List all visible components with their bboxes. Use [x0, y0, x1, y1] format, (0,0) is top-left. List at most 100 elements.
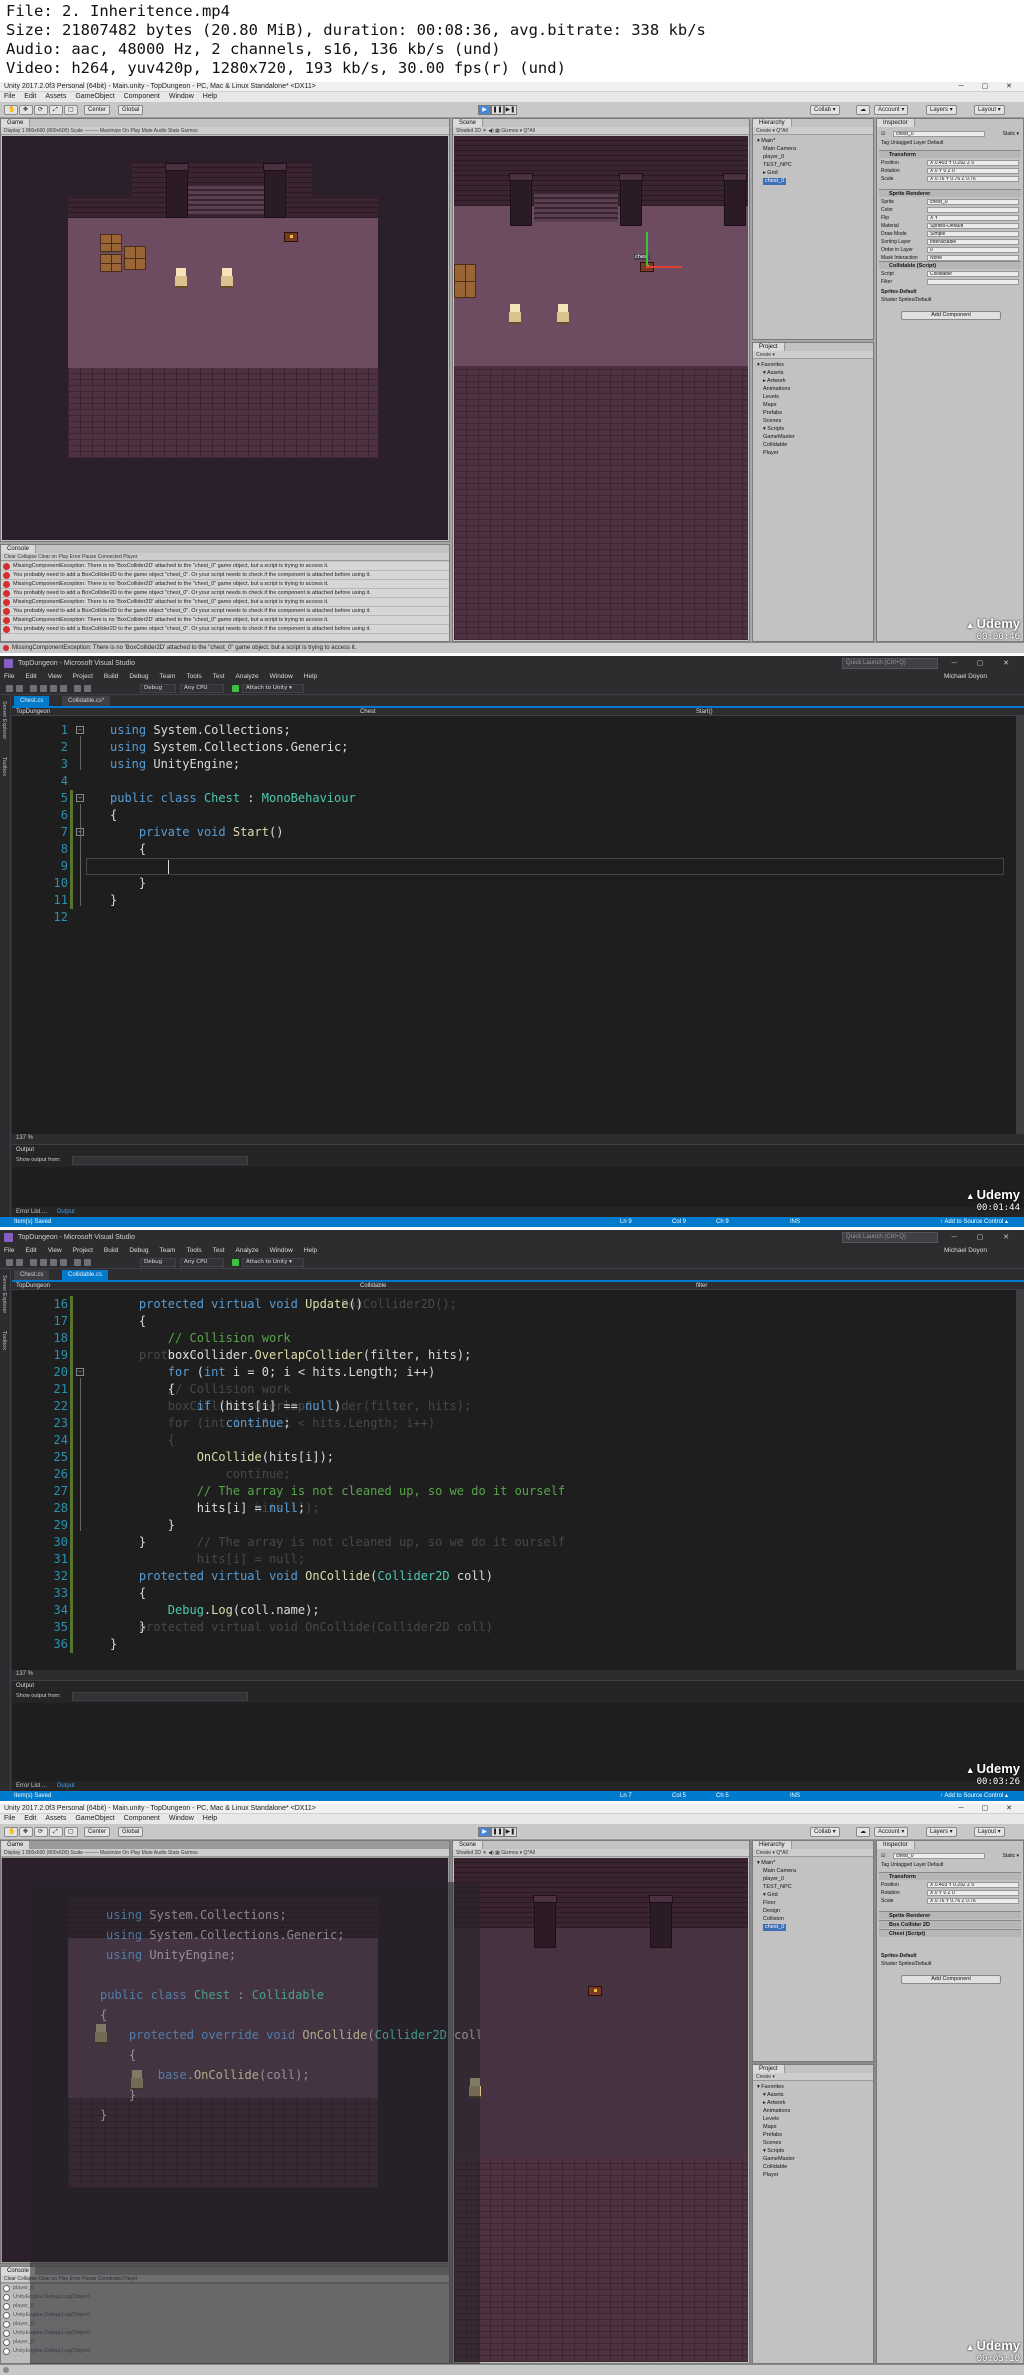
- tree-item[interactable]: player_0: [763, 1876, 784, 1883]
- member-dropdown[interactable]: filter: [696, 1282, 707, 1290]
- output-text-area[interactable]: [12, 1703, 1024, 1781]
- tab-inspector[interactable]: Inspector: [877, 1841, 915, 1849]
- box-collider-2d-header[interactable]: Box Collider 2D: [879, 1920, 1021, 1928]
- scale-tool-icon[interactable]: ⤢: [49, 105, 63, 115]
- rect-tool-icon[interactable]: ▢: [64, 105, 78, 115]
- signed-in-user[interactable]: Michael Doyon: [944, 1245, 987, 1256]
- menu-item-team[interactable]: Team: [160, 1247, 176, 1254]
- console-log-entry[interactable]: MissingComponentException: There is no '…: [1, 598, 449, 607]
- tab-error-list[interactable]: Error List ...: [16, 1209, 47, 1215]
- tree-item[interactable]: Animations: [763, 386, 790, 393]
- tree-item[interactable]: ▾ Favorites: [757, 2084, 784, 2091]
- rotate-tool-icon[interactable]: ⟳: [34, 105, 48, 115]
- menu-item-window[interactable]: Window: [270, 673, 293, 680]
- project-dropdown[interactable]: TopDungeon: [16, 708, 50, 716]
- tab-output[interactable]: Output: [57, 1209, 75, 1215]
- tab-hierarchy[interactable]: Hierarchy: [753, 119, 792, 127]
- redo-icon[interactable]: [84, 1259, 91, 1266]
- field-value[interactable]: Interactable: [927, 239, 1019, 245]
- redo-icon[interactable]: [84, 685, 91, 692]
- tag-layer-row[interactable]: Tag Untagged Layer Default: [881, 140, 1019, 147]
- window-controls[interactable]: ─ ▢ ✕: [959, 82, 1020, 92]
- collab-dropdown[interactable]: Collab ▾: [810, 105, 840, 115]
- attach-to-unity-button[interactable]: Attach to Unity ▾: [242, 1258, 304, 1267]
- code-line[interactable]: 4: [12, 773, 1016, 790]
- back-icon[interactable]: [6, 1259, 13, 1266]
- code-line[interactable]: 2 using System.Collections.Generic;: [12, 739, 1016, 756]
- layout-dropdown[interactable]: Layout ▾: [974, 105, 1005, 115]
- tab-output[interactable]: Output: [57, 1783, 75, 1789]
- tree-item[interactable]: GameMaster: [763, 2156, 795, 2163]
- tree-item[interactable]: Levels: [763, 394, 779, 401]
- play-button[interactable]: ▶: [478, 1827, 491, 1837]
- code-line[interactable]: 8 {: [12, 841, 1016, 858]
- menu-item-project[interactable]: Project: [73, 673, 93, 680]
- tag-layer-row[interactable]: Tag Untagged Layer Default: [881, 1862, 1019, 1869]
- pivot-center-button[interactable]: Center: [84, 1827, 111, 1837]
- scene-viewport[interactable]: [454, 1858, 748, 2362]
- tree-item[interactable]: Scenes: [763, 2140, 781, 2147]
- code-line[interactable]: 34 Debug.Log(coll.name);: [12, 1602, 1016, 1619]
- code-line[interactable]: 16 BoxCollider2D(); protected virtual vo…: [12, 1296, 1016, 1313]
- menu-item-tools[interactable]: Tools: [186, 1247, 201, 1254]
- layers-dropdown[interactable]: Layers ▾: [926, 1827, 957, 1837]
- tree-item[interactable]: Design: [763, 1908, 780, 1915]
- field-value[interactable]: chest_0: [927, 199, 1019, 205]
- global-local-button[interactable]: Global: [118, 105, 144, 115]
- object-name-field[interactable]: chest_0: [893, 131, 985, 137]
- tab-inspector[interactable]: Inspector: [877, 119, 915, 127]
- field-value[interactable]: X 0 Y 0 Z 0: [927, 168, 1019, 174]
- menu-item-debug[interactable]: Debug: [129, 673, 148, 680]
- menu-item-project[interactable]: Project: [73, 1247, 93, 1254]
- cloud-icon[interactable]: ☁: [856, 1827, 870, 1837]
- field-value[interactable]: X 0.403 Y 0.292 Z 0: [927, 1882, 1019, 1888]
- menu-item-help[interactable]: Help: [203, 93, 217, 100]
- status-error-message[interactable]: MissingComponentException: There is no '…: [12, 645, 356, 651]
- code-line[interactable]: 7 private void Start(): [12, 824, 1016, 841]
- menu-item-help[interactable]: Help: [203, 1815, 217, 1822]
- tree-item[interactable]: ▾ Main*: [757, 1860, 775, 1867]
- tree-item[interactable]: player_0: [763, 154, 784, 161]
- tab-collidable-cs[interactable]: Collidable.cs*: [62, 696, 111, 706]
- project-dropdown[interactable]: TopDungeon: [16, 1282, 50, 1290]
- code-line[interactable]: 27 // The array is not cleaned up, so we…: [12, 1483, 1016, 1500]
- save-all-icon[interactable]: [60, 1259, 67, 1266]
- output-source-dropdown[interactable]: [72, 1156, 248, 1165]
- menu-item-gameobject[interactable]: GameObject: [75, 1815, 114, 1822]
- menu-item-help[interactable]: Help: [304, 1247, 317, 1254]
- menu-item-build[interactable]: Build: [104, 673, 118, 680]
- menu-item-build[interactable]: Build: [104, 1247, 118, 1254]
- collab-dropdown[interactable]: Collab ▾: [810, 1827, 840, 1837]
- layout-dropdown[interactable]: Layout ▾: [974, 1827, 1005, 1837]
- tree-item[interactable]: Main Camera: [763, 1868, 796, 1875]
- move-gizmo-y-axis[interactable]: [646, 232, 648, 266]
- static-toggle[interactable]: Static ▾: [1003, 1853, 1019, 1860]
- zoom-level[interactable]: 137 %: [12, 1670, 72, 1679]
- tree-item[interactable]: Floor: [763, 1900, 776, 1907]
- move-gizmo-x-axis[interactable]: [646, 266, 682, 268]
- transform-component-header[interactable]: Transform: [879, 1872, 1021, 1880]
- code-line[interactable]: 35 protected virtual void OnCollide(Coll…: [12, 1619, 1016, 1636]
- tree-item[interactable]: ▾ Scripts: [763, 2148, 784, 2155]
- code-line[interactable]: 28 hits[i]); hits[i] = null;: [12, 1500, 1016, 1517]
- menu-item-help[interactable]: Help: [304, 673, 317, 680]
- editor-scrollbar[interactable]: [1016, 716, 1024, 1134]
- tree-item[interactable]: ▾ Favorites: [757, 362, 784, 369]
- fold-toggle-icon[interactable]: −: [76, 794, 84, 802]
- start-icon[interactable]: [232, 685, 239, 692]
- server-explorer-tab[interactable]: Server Explorer: [1, 701, 7, 739]
- attach-to-unity-button[interactable]: Attach to Unity ▾: [242, 684, 304, 693]
- step-button[interactable]: ▶❚: [504, 1827, 517, 1837]
- start-icon[interactable]: [232, 1259, 239, 1266]
- console-log-entry[interactable]: You probably need to add a BoxCollider2D…: [1, 571, 449, 580]
- editor-scrollbar[interactable]: [1016, 1290, 1024, 1670]
- tree-item[interactable]: Main Camera: [763, 146, 796, 153]
- menu-item-debug[interactable]: Debug: [129, 1247, 148, 1254]
- code-line[interactable]: 19 protected boxCollider.OverlapCollider…: [12, 1347, 1016, 1364]
- code-line[interactable]: 25 OnCollide(hits[i]);: [12, 1449, 1016, 1466]
- field-value[interactable]: Collidable: [927, 271, 1019, 277]
- code-line[interactable]: 24 {: [12, 1432, 1016, 1449]
- console-log-entry[interactable]: MissingComponentException: There is no '…: [1, 616, 449, 625]
- menu-item-gameobject[interactable]: GameObject: [75, 93, 114, 100]
- code-line[interactable]: 5 public class Chest : MonoBehaviour: [12, 790, 1016, 807]
